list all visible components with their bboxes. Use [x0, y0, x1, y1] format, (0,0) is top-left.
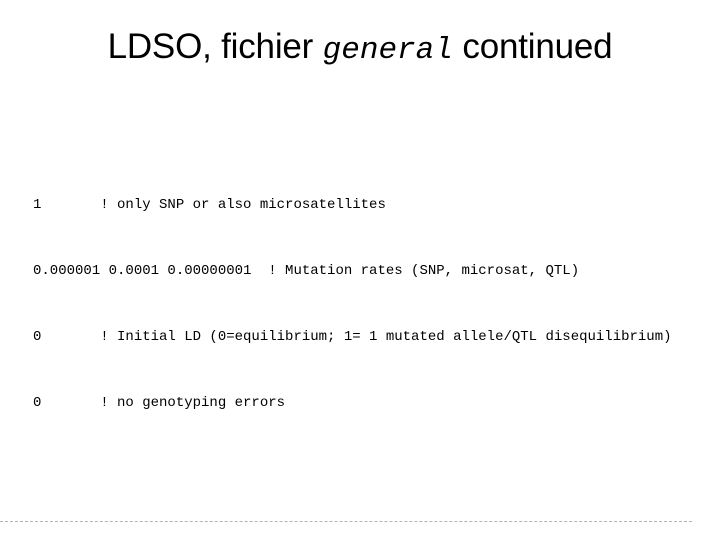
- title-prefix: LDSO, fichier: [107, 27, 323, 66]
- page-title: LDSO, fichier general continued: [0, 26, 720, 72]
- title-suffix: continued: [452, 27, 613, 66]
- slide: LDSO, fichier general continued 1 ! only…: [0, 0, 720, 540]
- footer-divider: [0, 521, 692, 522]
- code-line: 0.000001 0.0001 0.00000001 ! Mutation ra…: [33, 263, 580, 279]
- code-line: 0 ! no genotyping errors: [33, 395, 286, 411]
- code-line: 0 ! Initial LD (0=equilibrium; 1= 1 muta…: [33, 329, 672, 345]
- code-line: 1 ! only SNP or also microsatellites: [33, 197, 386, 213]
- title-filename: general: [322, 33, 453, 68]
- parameter-file-listing: 1 ! only SNP or also microsatellites 0.0…: [33, 150, 719, 458]
